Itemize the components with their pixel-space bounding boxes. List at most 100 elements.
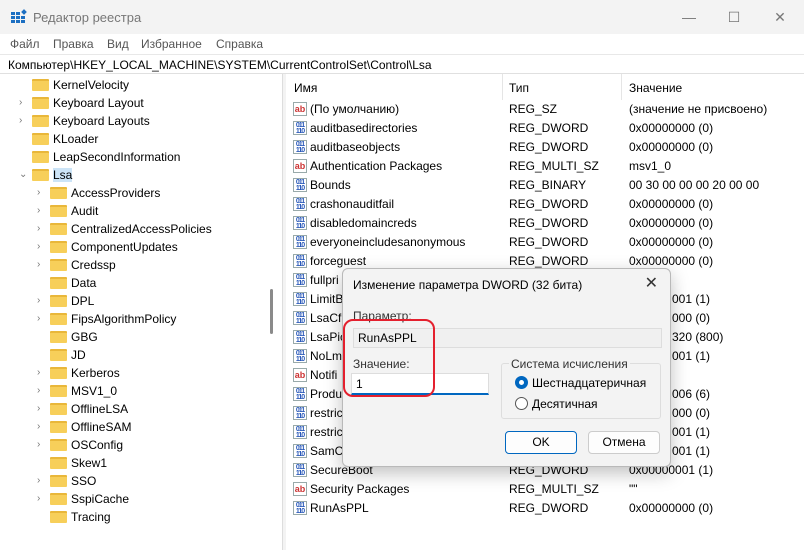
expand-chevron-icon[interactable]: › xyxy=(37,259,47,270)
tree-node[interactable]: Lsa xyxy=(32,166,73,184)
column-name[interactable]: Имя xyxy=(294,81,317,95)
tree-node[interactable]: KLoader xyxy=(32,130,98,148)
column-value[interactable]: Значение xyxy=(629,81,682,95)
tree-node[interactable]: Audit xyxy=(50,202,98,220)
value-data: msv1_0 xyxy=(629,159,672,173)
value-data: 001 (1) xyxy=(672,425,711,439)
folder-icon xyxy=(50,277,67,289)
binary-value-icon: 011 110 xyxy=(293,387,307,401)
expand-chevron-icon[interactable]: › xyxy=(37,403,47,414)
tree-node[interactable]: OfflineSAM xyxy=(50,418,131,436)
close-button[interactable]: ✕ xyxy=(757,4,803,30)
ok-button[interactable]: OK xyxy=(505,431,577,454)
tree-node[interactable]: Credssp xyxy=(50,256,116,274)
value-name: restric xyxy=(310,406,343,420)
expand-chevron-icon[interactable]: › xyxy=(37,367,47,378)
value-row[interactable]: 011 110 Bounds REG_BINARY 00 30 00 00 00 20 … xyxy=(286,176,804,195)
value-row[interactable]: ab (По умолчанию) REG_SZ (значение не присв… xyxy=(286,100,804,119)
value-name: Authentication Packages xyxy=(310,159,443,173)
tree-node[interactable]: OfflineLSA xyxy=(50,400,128,418)
tree-node[interactable]: Keyboard Layout xyxy=(32,94,144,112)
tree-node[interactable]: Tracing xyxy=(50,508,111,526)
expand-chevron-icon[interactable]: › xyxy=(19,115,29,126)
value-row[interactable]: ab Security Packages REG_MULTI_SZ "" xyxy=(286,480,804,499)
value-row[interactable]: 011 110 disabledomaincreds REG_DWORD 0x00000… xyxy=(286,214,804,233)
tree-node[interactable]: LeapSecondInformation xyxy=(32,148,180,166)
tree-node-label: SSO xyxy=(71,474,97,488)
collapse-chevron-icon[interactable]: ⌄ xyxy=(19,169,29,180)
expand-chevron-icon[interactable]: › xyxy=(37,205,47,216)
value-row[interactable]: 011 110 everyoneincludesanonymous REG_DWORD… xyxy=(286,233,804,252)
expand-chevron-icon[interactable]: › xyxy=(37,421,47,432)
tree-node[interactable]: MSV1_0 xyxy=(50,382,117,400)
tree-node[interactable]: FipsAlgorithmPolicy xyxy=(50,310,176,328)
tree-node[interactable]: AccessProviders xyxy=(50,184,160,202)
tree-node[interactable]: JD xyxy=(50,346,86,364)
edit-dword-dialog: Изменение параметра DWORD (32 бита) ✕ Па… xyxy=(342,268,671,467)
tree-node[interactable]: GBG xyxy=(50,328,98,346)
value-type: REG_DWORD xyxy=(509,216,589,230)
tree-node[interactable]: KernelVelocity xyxy=(32,76,129,94)
tree-node-label: AccessProviders xyxy=(71,186,161,200)
expand-chevron-icon[interactable]: › xyxy=(37,475,47,486)
dec-label[interactable]: Десятичная xyxy=(532,397,598,411)
hex-label[interactable]: Шестнадцатеричная xyxy=(532,376,646,390)
tree-node[interactable]: SSO xyxy=(50,472,96,490)
minimize-button[interactable]: — xyxy=(666,4,712,30)
cancel-button[interactable]: Отмена xyxy=(588,431,660,454)
tree-node[interactable]: OSConfig xyxy=(50,436,123,454)
tree-node[interactable]: SspiCache xyxy=(50,490,129,508)
tree-node[interactable]: DPL xyxy=(50,292,94,310)
binary-value-icon: 011 110 xyxy=(293,197,307,211)
expand-chevron-icon[interactable]: › xyxy=(37,493,47,504)
menu-file[interactable]: Файл xyxy=(10,37,40,51)
value-name: everyoneincludesanonymous xyxy=(310,235,466,249)
tree-node-label: OfflineSAM xyxy=(71,420,132,434)
tree-node[interactable]: Keyboard Layouts xyxy=(32,112,150,130)
tree-node-label: KernelVelocity xyxy=(53,78,130,92)
expand-chevron-icon[interactable]: › xyxy=(37,385,47,396)
column-type[interactable]: Тип xyxy=(509,81,529,95)
menu-view[interactable]: Вид xyxy=(107,37,129,51)
expand-chevron-icon[interactable]: › xyxy=(37,187,47,198)
maximize-button[interactable]: ☐ xyxy=(711,4,757,30)
folder-icon xyxy=(50,259,67,271)
tree-node[interactable]: Kerberos xyxy=(50,364,120,382)
expand-chevron-icon[interactable]: › xyxy=(37,295,47,306)
menu-favorites[interactable]: Избранное xyxy=(141,37,202,51)
address-bar[interactable]: Компьютер\HKEY_LOCAL_MACHINE\SYSTEM\Curr… xyxy=(0,54,804,74)
value-name: fullpri xyxy=(310,273,339,287)
value-input[interactable]: 1 xyxy=(351,373,489,395)
value-row[interactable]: 011 110 auditbasedirectories REG_DWORD 0x000… xyxy=(286,119,804,138)
tree-node[interactable]: Data xyxy=(50,274,96,292)
dialog-close-button[interactable]: ✕ xyxy=(645,273,658,293)
value-row[interactable]: ab Authentication Packages REG_MULTI_SZ msv… xyxy=(286,157,804,176)
value-data: 0x00000000 (0) xyxy=(629,140,714,154)
registry-editor-icon xyxy=(11,9,27,24)
hex-radio[interactable] xyxy=(515,376,528,389)
tree-node[interactable]: Skew1 xyxy=(50,454,107,472)
value-row[interactable]: 011 110 crashonauditfail REG_DWORD 0x0000000… xyxy=(286,195,804,214)
expand-chevron-icon[interactable]: › xyxy=(37,241,47,252)
expand-chevron-icon[interactable]: › xyxy=(37,223,47,234)
menu-edit[interactable]: Правка xyxy=(53,37,94,51)
tree-scrollbar-thumb[interactable] xyxy=(270,289,273,334)
tree-node-label: Kerberos xyxy=(71,366,120,380)
value-data: (значение не присвоено) xyxy=(629,102,768,116)
value-row[interactable]: 011 110 RunAsPPL REG_DWORD 0x00000000 (0) xyxy=(286,499,804,518)
expand-chevron-icon[interactable]: › xyxy=(19,97,29,108)
tree-node-label: KLoader xyxy=(53,132,99,146)
tree-node-label: Lsa xyxy=(53,168,73,182)
tree-node[interactable]: ComponentUpdates xyxy=(50,238,178,256)
tree-node[interactable]: CentralizedAccessPolicies xyxy=(50,220,212,238)
value-row[interactable]: 011 110 auditbaseobjects REG_DWORD 0x0000000… xyxy=(286,138,804,157)
menu-help[interactable]: Справка xyxy=(216,37,263,51)
folder-icon xyxy=(50,223,67,235)
expand-chevron-icon[interactable]: › xyxy=(37,439,47,450)
expand-chevron-icon[interactable]: › xyxy=(37,313,47,324)
binary-value-icon: 011 110 xyxy=(293,425,307,439)
binary-value-icon: 011 110 xyxy=(293,292,307,306)
dec-radio[interactable] xyxy=(515,397,528,410)
tree-node-label: Tracing xyxy=(71,510,111,524)
value-name: crashonauditfail xyxy=(310,197,395,211)
